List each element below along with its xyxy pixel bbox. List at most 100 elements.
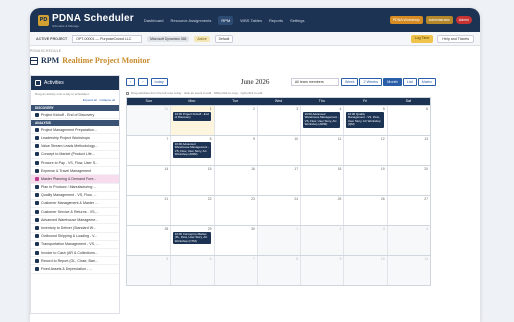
day-cell[interactable]: 10 — [343, 256, 387, 285]
nav-item-wbs-tables[interactable]: WBS Tables — [240, 18, 262, 23]
activity-item[interactable]: Record to Report (GL, Close, Ban... — [31, 257, 119, 266]
day-cell[interactable]: 5 — [127, 256, 171, 285]
day-cell[interactable]: 5 10:00 Quality Management - VS, Flow, Us… — [343, 106, 387, 135]
day-number: 11 — [424, 257, 428, 261]
activity-item[interactable]: Fixed Assets & Depreciation - ... — [31, 265, 119, 274]
day-cell[interactable]: 4 — [386, 226, 430, 255]
default-button[interactable]: Default — [214, 34, 234, 43]
collapse-all-link[interactable]: Collapse all — [99, 98, 115, 102]
log-time-button[interactable]: Log Time — [410, 34, 434, 43]
view-matrix-button[interactable]: Matrix — [417, 78, 436, 86]
day-cell[interactable]: 8 10:00 Advanced Warehouse Management - V… — [170, 136, 214, 165]
nav-item-dashboard[interactable]: Dashboard — [144, 18, 164, 23]
hint-checkbox[interactable] — [126, 91, 129, 95]
day-cell[interactable]: 11 — [300, 136, 344, 165]
activities-panel: Activities Drag an activity onto a day t… — [30, 75, 120, 314]
help-tickets-button[interactable]: Help and Tickets — [437, 34, 474, 43]
day-cell[interactable]: 11 — [386, 256, 430, 285]
members-select[interactable]: All team members — [290, 78, 339, 86]
activity-color-icon — [35, 176, 39, 181]
day-cell[interactable]: 21 — [127, 196, 171, 225]
day-cell[interactable]: 7 — [127, 136, 171, 165]
day-cell[interactable]: 4 10:00 Advanced Warehouse Management - V… — [300, 106, 344, 135]
calendar-event[interactable]: 10:00 Advanced Warehouse Management - VS… — [173, 142, 211, 158]
project-select[interactable]: OPT-00001 — PurposeCrowd LLC — [72, 34, 143, 43]
day-cell[interactable]: 22 — [170, 196, 214, 225]
active-project-label: ACTIVE PROJECT — [36, 36, 68, 41]
day-cell[interactable]: 28 — [127, 226, 171, 255]
activity-item[interactable]: Concept to Market (Product Life... — [31, 151, 119, 159]
user-button[interactable]: Admin — [455, 16, 472, 24]
view-list-button[interactable]: List — [402, 78, 417, 86]
activity-item[interactable]: Quality Management - VS, Flow, ... — [31, 192, 119, 200]
view-2-weeks-button[interactable]: 2 Weeks — [359, 78, 383, 86]
day-cell[interactable]: 23 — [213, 196, 257, 225]
role-badge[interactable]: Administrator — [425, 16, 453, 24]
day-cell[interactable]: 2 — [300, 226, 344, 255]
day-cell[interactable]: 9 — [300, 256, 344, 285]
day-cell[interactable]: 3 — [343, 226, 387, 255]
activity-item[interactable]: Customer Management & Master ... — [31, 200, 119, 209]
workshop-button[interactable]: PDNA Workshop — [389, 16, 423, 24]
calendar-event[interactable]: 10:00 Concept to Market (PL, Flow, User … — [173, 232, 211, 245]
day-number: 14 — [164, 167, 169, 171]
day-cell[interactable]: 2 — [213, 106, 257, 135]
activity-item[interactable]: Transportation Management - VS, ... — [31, 241, 119, 249]
day-cell[interactable]: 6 — [170, 256, 214, 285]
view-week-button[interactable]: Week — [340, 78, 359, 86]
day-cell[interactable]: 1 — [256, 226, 301, 255]
day-cell[interactable]: 1 10:00 Project Kickoff - End of Discover… — [170, 106, 214, 135]
prev-button[interactable]: ‹ — [126, 78, 136, 86]
activity-item[interactable]: Outbound Shipping & Loading - V... — [31, 233, 119, 241]
app-logo[interactable]: PD PDNA Scheduler Schedule & Manage — [38, 13, 134, 28]
day-cell[interactable]: 3 — [256, 106, 301, 135]
activity-item[interactable]: Leadership Project Workshops — [31, 134, 119, 143]
day-cell[interactable]: 25 — [300, 196, 344, 225]
activity-item[interactable]: Procure to Pay - VS, Flow, User S... — [31, 159, 119, 168]
day-cell[interactable]: 8 — [256, 256, 301, 285]
day-cell[interactable]: 30 — [213, 226, 257, 255]
day-cell[interactable]: 20 — [386, 166, 430, 195]
calendar-event[interactable]: 10:00 Advanced Warehouse Management - VS… — [303, 112, 341, 128]
day-cell[interactable]: 14 — [127, 166, 171, 195]
next-button[interactable]: › — [138, 78, 148, 86]
activity-item[interactable]: Advanced Warehouse Manageme... — [31, 216, 119, 225]
nav-item-settings[interactable]: Settings — [290, 18, 304, 23]
day-cell[interactable]: 18 — [300, 166, 344, 195]
day-cell[interactable]: 19 — [343, 166, 387, 195]
today-button[interactable]: today — [150, 78, 168, 86]
day-cell[interactable]: 13 — [386, 136, 430, 165]
day-cell[interactable]: 24 — [256, 196, 301, 225]
expand-all-link[interactable]: Expand all — [83, 98, 97, 102]
day-cell[interactable]: 9 — [213, 136, 257, 165]
nav-item-reports[interactable]: Reports — [269, 18, 283, 23]
day-number: 4 — [339, 107, 342, 111]
day-cell[interactable]: 6 — [386, 106, 430, 135]
calendar-event[interactable]: 10:00 Quality Management - VS, Flow, Use… — [346, 112, 384, 128]
day-cell[interactable]: 27 — [386, 196, 430, 225]
nav-item-resource-assignments[interactable]: Resource Assignments — [170, 18, 211, 23]
day-cell[interactable]: 31 — [127, 106, 171, 135]
activity-item[interactable]: Customer Service & Returns - VS,... — [31, 208, 119, 217]
weekday-label: Thu — [318, 99, 325, 103]
activity-item[interactable]: Expense & Travel Management — [31, 167, 119, 176]
day-cell[interactable]: 16 — [213, 166, 257, 195]
day-cell[interactable]: 12 — [343, 136, 387, 165]
day-cell[interactable]: 26 — [343, 196, 387, 225]
nav-item-rpm[interactable]: RPM — [218, 15, 234, 25]
day-number: 17 — [294, 167, 299, 171]
activity-item[interactable]: Project Management Preparation... — [31, 126, 119, 135]
activity-item[interactable]: Invoice to Cash (AR & Collections... — [31, 249, 119, 258]
activity-item[interactable]: Inventory to Deliver (Standard W... — [31, 224, 119, 233]
day-cell[interactable]: 10 — [256, 136, 301, 165]
day-cell[interactable]: 15 — [170, 166, 214, 195]
activity-item[interactable]: Project Kickoff - End of Discovery — [31, 111, 119, 120]
activity-item[interactable]: Master Planning & Demand Fore... — [31, 175, 119, 184]
activity-item[interactable]: Plan to Produce / Manufacturing ... — [31, 184, 119, 192]
day-cell[interactable]: 29 10:00 Concept to Market (PL, Flow, Use… — [170, 226, 214, 255]
day-cell[interactable]: 7 — [213, 256, 257, 285]
day-cell[interactable]: 17 — [256, 166, 301, 195]
view-month-button[interactable]: Month — [383, 78, 402, 86]
calendar-event[interactable]: 10:00 Project Kickoff - End of Discovery — [173, 112, 211, 121]
activity-item[interactable]: Value Stream Leads Methodology... — [31, 143, 119, 151]
